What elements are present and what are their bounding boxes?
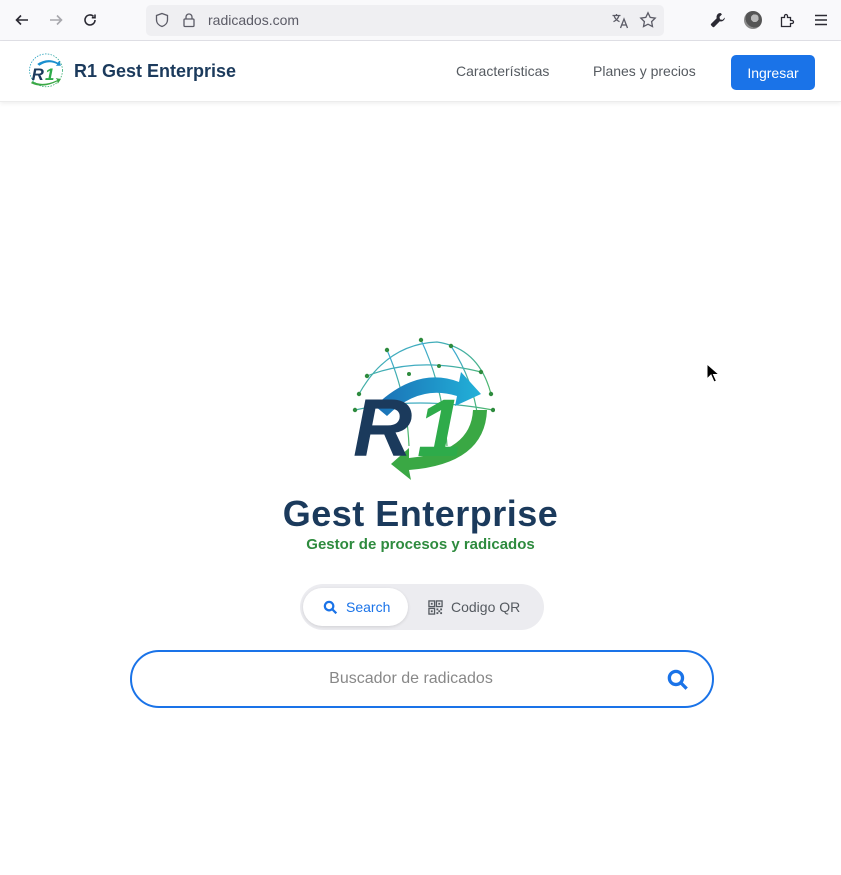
hero-title: Gest Enterprise	[282, 493, 559, 534]
lock-icon[interactable]	[181, 12, 197, 28]
nav-link-planes-precios[interactable]: Planes y precios	[593, 63, 696, 79]
url-text[interactable]: radicados.com	[208, 12, 299, 28]
translate-icon[interactable]	[611, 12, 629, 30]
search-mode-button[interactable]: Search	[303, 588, 408, 626]
wrench-icon[interactable]	[708, 10, 728, 30]
brand-logo-icon[interactable]: R 1	[27, 52, 65, 90]
svg-text:R: R	[353, 383, 412, 474]
qr-code-icon	[428, 599, 443, 615]
address-bar[interactable]: radicados.com	[146, 5, 664, 36]
search-input[interactable]	[156, 652, 666, 706]
svg-text:R: R	[32, 65, 45, 84]
bookmark-star-icon[interactable]	[639, 11, 657, 29]
qr-mode-button[interactable]: Codigo QR	[428, 588, 520, 626]
search-box	[130, 650, 714, 708]
login-button[interactable]: Ingresar	[731, 55, 815, 90]
extensions-icon[interactable]	[777, 10, 797, 30]
search-mode-toggle: Search Codigo QR	[300, 584, 544, 630]
svg-text:1: 1	[45, 65, 54, 84]
account-avatar[interactable]	[744, 11, 762, 29]
nav-link-caracteristicas[interactable]: Características	[456, 63, 549, 79]
browser-toolbar: radicados.com	[0, 0, 841, 41]
shield-icon[interactable]	[154, 12, 170, 28]
mouse-cursor-icon	[706, 363, 720, 383]
search-mode-label: Search	[346, 599, 391, 615]
search-icon	[323, 600, 338, 614]
menu-icon[interactable]	[811, 10, 831, 30]
search-submit-icon[interactable]	[667, 669, 689, 691]
svg-text:1: 1	[417, 383, 463, 474]
forward-icon[interactable]	[44, 9, 68, 31]
hero-subtitle: Gestor de procesos y radicados	[306, 536, 535, 553]
brand-name[interactable]: R1 Gest Enterprise	[74, 61, 236, 82]
qr-mode-label: Codigo QR	[451, 599, 521, 615]
reload-icon[interactable]	[78, 9, 102, 31]
site-header: R 1 R1 Gest Enterprise Características P…	[0, 41, 841, 102]
brand[interactable]: R 1 R1 Gest Enterprise	[27, 52, 236, 90]
hero-logo-icon: R 1	[352, 337, 495, 480]
back-icon[interactable]	[10, 9, 34, 31]
